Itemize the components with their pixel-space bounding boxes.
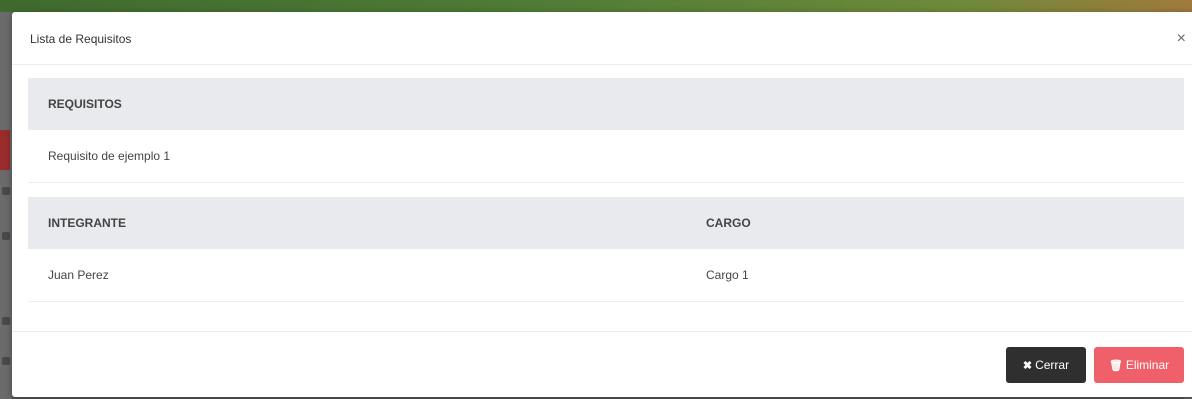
requisito-cell: Requisito de ejemplo 1 bbox=[48, 149, 171, 163]
background-sidebar bbox=[0, 12, 12, 399]
integrantes-table-header: INTEGRANTE CARGO bbox=[28, 197, 1184, 249]
background-icon bbox=[2, 357, 10, 365]
requisitos-modal: Lista de Requisitos × REQUISITOS Requisi… bbox=[12, 12, 1192, 397]
table-row: Juan Perez Cargo 1 bbox=[28, 249, 1184, 302]
modal-header: Lista de Requisitos × bbox=[12, 12, 1192, 65]
close-icon[interactable]: × bbox=[1177, 31, 1186, 47]
requisitos-table-header: REQUISITOS bbox=[28, 78, 1184, 130]
background-icon bbox=[2, 187, 10, 195]
background-icon bbox=[2, 232, 10, 240]
cerrar-label: Cerrar bbox=[1035, 358, 1070, 372]
modal-title: Lista de Requisitos bbox=[30, 32, 132, 46]
table-row: Requisito de ejemplo 1 bbox=[28, 130, 1184, 183]
modal-footer: ✖ Cerrar 🗑 Eliminar bbox=[12, 331, 1192, 398]
trash-icon: 🗑 bbox=[1108, 359, 1123, 372]
background-icon bbox=[2, 317, 10, 325]
eliminar-button[interactable]: 🗑 Eliminar bbox=[1094, 347, 1184, 383]
background-red-block bbox=[0, 130, 10, 170]
column-header-requisitos: REQUISITOS bbox=[48, 97, 122, 111]
background-topbar bbox=[0, 0, 1192, 12]
close-x-icon: ✖ bbox=[1022, 359, 1033, 372]
modal-body: REQUISITOS Requisito de ejemplo 1 INTEGR… bbox=[28, 78, 1184, 302]
cargo-cell: Cargo 1 bbox=[706, 268, 749, 282]
column-header-integrante: INTEGRANTE bbox=[48, 216, 126, 230]
cerrar-button[interactable]: ✖ Cerrar bbox=[1006, 347, 1086, 383]
integrante-cell: Juan Perez bbox=[48, 268, 109, 282]
eliminar-label: Eliminar bbox=[1125, 358, 1170, 372]
column-header-cargo: CARGO bbox=[706, 216, 751, 230]
